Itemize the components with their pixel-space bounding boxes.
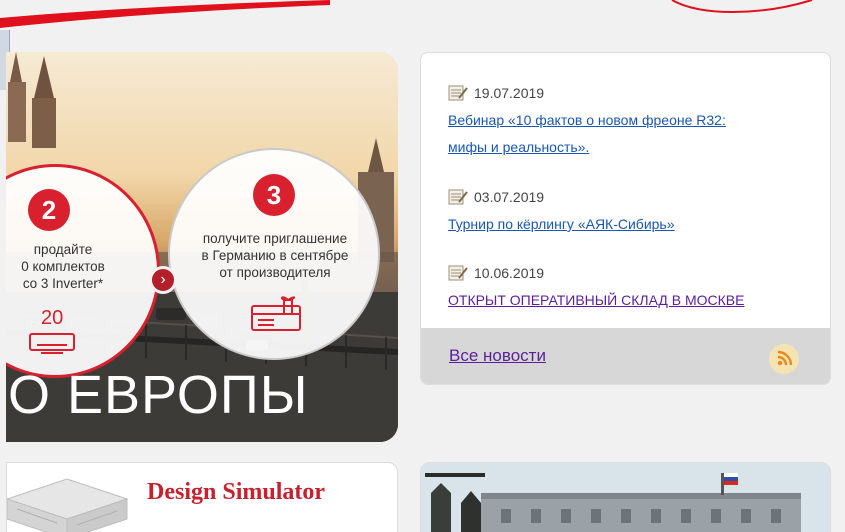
step-2-number: 2 xyxy=(28,189,70,231)
rss-icon xyxy=(777,350,793,366)
all-news-link[interactable]: Все новости xyxy=(449,346,546,366)
next-step-arrow-icon: › xyxy=(149,266,177,294)
news-date: 03.07.2019 xyxy=(474,189,545,205)
step-3-number: 3 xyxy=(253,174,295,216)
news-item: 03.07.2019 Турнир по кёрлингу «АЯК-Сибир… xyxy=(448,187,818,238)
news-link[interactable]: Вебинар «10 фактов о новом фреоне R32: м… xyxy=(448,107,818,161)
buildings-sketch-image xyxy=(7,478,129,532)
step-3-circle: 3 получите приглашение в Германию в сент… xyxy=(168,148,380,360)
news-link[interactable]: ОТКРЫТ ОПЕРАТИВНЫЙ СКЛАД В МОСКВЕ xyxy=(448,287,818,314)
news-item: 19.07.2019 Вебинар «10 фактов о новом фр… xyxy=(448,83,818,161)
news-date: 19.07.2019 xyxy=(474,85,545,101)
building-photo-image xyxy=(421,463,830,532)
document-icon xyxy=(448,189,468,205)
news-item: 10.06.2019 ОТКРЫТ ОПЕРАТИВНЫЙ СКЛАД В МО… xyxy=(448,263,818,314)
step-2-count: 20 xyxy=(41,307,64,329)
news-card: 19.07.2019 Вебинар «10 фактов о новом фр… xyxy=(420,52,831,385)
promo-banner[interactable]: 2 продайте 0 комплектов co 3 Inverter* 2… xyxy=(6,52,398,442)
news-link[interactable]: Турнир по кёрлингу «АЯК-Сибирь» xyxy=(448,211,818,238)
step-3-text: получите приглашение в Германию в сентяб… xyxy=(201,231,349,280)
document-icon xyxy=(448,265,468,281)
page: 2 продайте 0 комплектов co 3 Inverter* 2… xyxy=(0,0,845,532)
air-conditioner-icon xyxy=(29,333,75,354)
design-simulator-card[interactable]: Design Simulator xyxy=(6,462,398,532)
banner-caption: О ЕВРОПЫ xyxy=(8,365,309,425)
gift-ticket-icon xyxy=(251,296,301,331)
annotation-strokes xyxy=(0,0,813,28)
step-2-text: продайте 0 комплектов co 3 Inverter* xyxy=(21,242,105,291)
document-icon xyxy=(448,85,468,101)
rss-button[interactable] xyxy=(769,344,799,374)
design-simulator-title: Design Simulator xyxy=(147,479,326,505)
building-photo-card[interactable] xyxy=(420,462,831,532)
news-footer: Все новости xyxy=(421,328,830,384)
news-date: 10.06.2019 xyxy=(474,265,545,281)
